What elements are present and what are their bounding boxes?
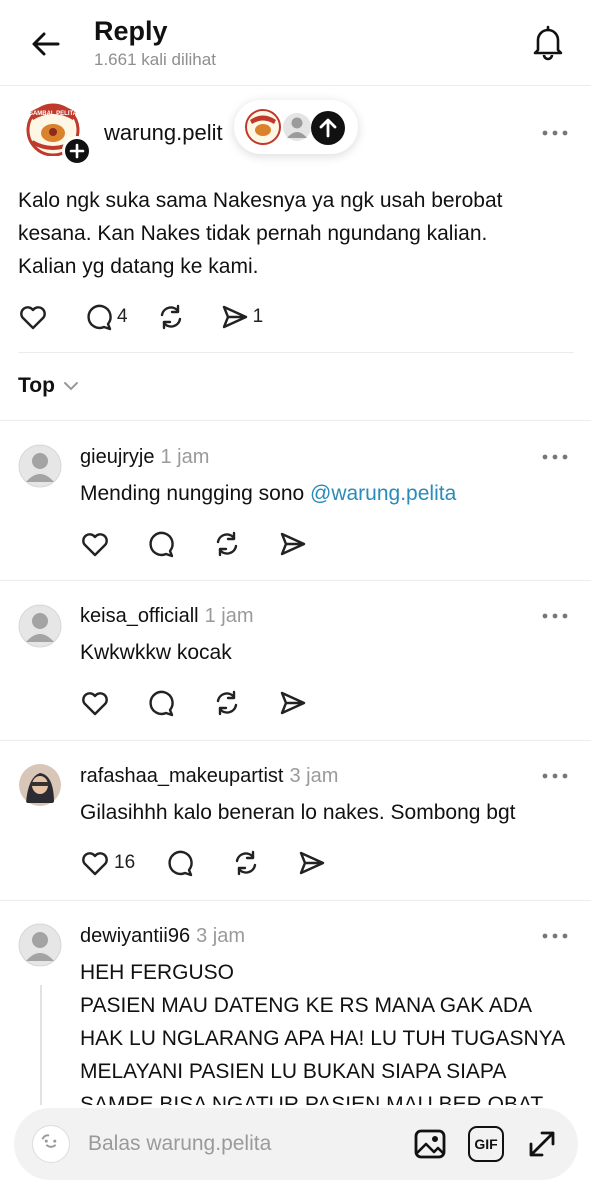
- reply-username-line: keisa_officiall 1 jam: [80, 605, 254, 628]
- reply-actions: 16: [80, 848, 327, 878]
- more-dots-icon[interactable]: [541, 612, 569, 620]
- reply-time: 1 jam: [204, 605, 254, 627]
- mini-logo-avatar: [245, 109, 281, 145]
- repost-icon[interactable]: [231, 848, 261, 878]
- post-text-line: Kalian yg datang ke kami.: [18, 255, 259, 278]
- heart-icon: [82, 852, 108, 876]
- reply-username[interactable]: keisa_officiall: [80, 605, 199, 627]
- post-text-line: Kalo ngk suka sama Nakesnya ya ngk usah …: [18, 189, 503, 212]
- reply-composer: GIF: [14, 1108, 578, 1180]
- comment-icon[interactable]: [165, 848, 195, 878]
- reply-username[interactable]: rafashaa_makeupartist: [80, 765, 283, 787]
- scroll-to-top-pill[interactable]: [234, 100, 358, 154]
- comment-icon: [87, 304, 112, 331]
- chevron-down-icon: [63, 382, 78, 391]
- reply-text-clip: HEH FERGUSO PASIEN MAU DATENG KE RS MANA…: [0, 955, 591, 1105]
- avatar[interactable]: [18, 444, 62, 488]
- follow-plus-icon[interactable]: [62, 136, 92, 166]
- arrow-up-icon[interactable]: [310, 110, 346, 146]
- more-dots-icon[interactable]: [541, 932, 569, 940]
- reply-username-line: dewiyantii96 3 jam: [80, 925, 245, 948]
- reply-username[interactable]: dewiyantii96: [80, 925, 190, 947]
- reply-text: Mending nungging sono @warung.pelita: [80, 477, 456, 510]
- post-username[interactable]: warung.pelit: [104, 120, 223, 146]
- post-text: Kalo ngk suka sama Nakesnya ya ngk usah …: [18, 184, 578, 283]
- reply-username-line: rafashaa_makeupartist 3 jam: [80, 765, 338, 788]
- reply-time: 3 jam: [196, 925, 245, 947]
- like-button[interactable]: 16: [80, 848, 135, 878]
- sort-label: Top: [18, 374, 55, 397]
- reply-time: 1 jam: [160, 446, 210, 468]
- share-count: 1: [252, 306, 264, 327]
- reply-actions: [80, 688, 308, 718]
- user-avatar-icon: [283, 113, 311, 141]
- reply-text: Kwkwkkw kocak: [80, 641, 232, 664]
- reply-text-line: HAK LU NGLARANG APA HA! LU TUH TUGASNYA: [80, 1027, 566, 1050]
- reply-text: HEH FERGUSO PASIEN MAU DATENG KE RS MANA…: [80, 956, 565, 1105]
- reply-text-line: MELAYANI PASIEN LU BUKAN SIAPA SIAPA: [80, 1060, 507, 1083]
- send-icon[interactable]: [297, 848, 327, 878]
- reply-text-line: PASIEN MAU DATENG KE RS MANA GAK ADA: [80, 994, 532, 1017]
- arrow-left-icon[interactable]: [28, 26, 64, 62]
- more-dots-icon[interactable]: [541, 772, 569, 780]
- heart-icon[interactable]: [18, 302, 48, 332]
- mention-link[interactable]: @warung.pelita: [310, 482, 456, 505]
- sort-dropdown[interactable]: Top: [18, 374, 79, 398]
- more-dots-icon[interactable]: [541, 453, 569, 461]
- reply-username[interactable]: gieujryje: [80, 446, 154, 468]
- reply-actions: [80, 529, 308, 559]
- repost-icon[interactable]: [156, 302, 186, 332]
- logo-text: SAMBAL PELITA: [29, 111, 78, 117]
- repost-icon[interactable]: [212, 688, 242, 718]
- comment-icon[interactable]: [146, 688, 176, 718]
- more-dots-icon[interactable]: [541, 129, 569, 137]
- send-icon[interactable]: [278, 529, 308, 559]
- reply-text: Gilasihhh kalo beneran lo nakes. Sombong…: [80, 801, 516, 824]
- reply-text-body: Mending nungging sono: [80, 482, 311, 505]
- like-count: 16: [114, 852, 136, 873]
- heart-icon[interactable]: [80, 688, 110, 718]
- expand-icon[interactable]: [524, 1126, 560, 1162]
- comment-button[interactable]: 4: [84, 302, 128, 332]
- divider: [0, 900, 591, 901]
- gif-button[interactable]: GIF: [468, 1126, 504, 1162]
- reply-input[interactable]: [88, 1128, 388, 1160]
- send-icon[interactable]: [278, 688, 308, 718]
- bell-icon[interactable]: [528, 22, 568, 62]
- reply-username-line: gieujryje 1 jam: [80, 446, 209, 469]
- divider: [0, 580, 591, 581]
- avatar[interactable]: [18, 763, 62, 807]
- comment-count: 4: [117, 306, 128, 327]
- heart-icon[interactable]: [80, 529, 110, 559]
- reply-time: 3 jam: [289, 765, 339, 787]
- share-button[interactable]: 1: [220, 302, 264, 332]
- send-icon: [222, 305, 247, 329]
- composer-avatar: [32, 1125, 70, 1163]
- comment-icon[interactable]: [146, 529, 176, 559]
- reply-text-line: SAMPE BISA NGATUR PASIEN MAU BER OBAT: [80, 1093, 544, 1105]
- image-icon[interactable]: [412, 1126, 448, 1162]
- repost-icon[interactable]: [212, 529, 242, 559]
- page-title: Reply: [94, 16, 168, 46]
- divider: [0, 420, 591, 421]
- divider: [0, 740, 591, 741]
- avatar[interactable]: [18, 604, 62, 648]
- gif-label: GIF: [474, 1136, 498, 1152]
- reply-text-line: HEH FERGUSO: [80, 961, 235, 984]
- top-bar: Reply 1.661 kali dilihat: [0, 0, 591, 86]
- view-count: 1.661 kali dilihat: [94, 50, 216, 69]
- post-actions: 4 1: [18, 302, 263, 332]
- post-text-line: kesana. Kan Nakes tidak pernah ngundang …: [18, 222, 488, 245]
- divider: [18, 352, 574, 353]
